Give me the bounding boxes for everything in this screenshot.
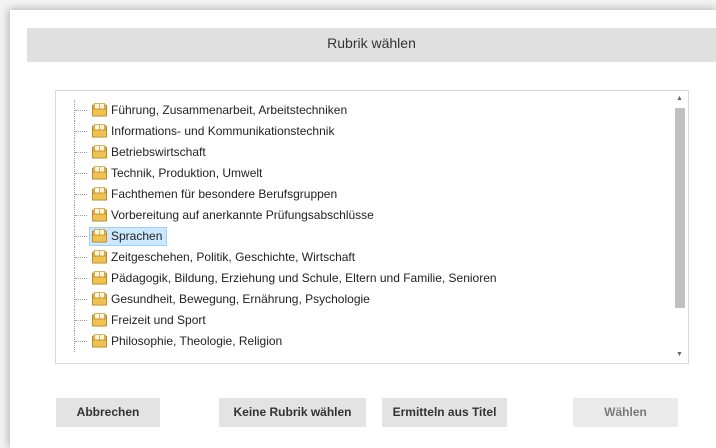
tree-item[interactable]: Freizeit und Sport: [56, 310, 656, 331]
vertical-scrollbar[interactable]: ▲ ▼: [671, 91, 688, 363]
folder-book-icon: [92, 271, 107, 285]
determine-from-title-button[interactable]: Ermitteln aus Titel: [382, 398, 507, 427]
tree-branch-line: [75, 257, 87, 258]
tree-item-label: Technik, Produktion, Umwelt: [111, 166, 263, 180]
folder-book-icon: [92, 292, 107, 306]
cancel-button[interactable]: Abbrechen: [56, 398, 160, 427]
folder-book-icon: [92, 166, 107, 180]
tree-item-label: Führung, Zusammenarbeit, Arbeitstechnike…: [111, 103, 348, 117]
tree-item[interactable]: Zeitgeschehen, Politik, Geschichte, Wirt…: [56, 247, 656, 268]
tree-item-label: Sprachen: [111, 229, 163, 243]
tree-item[interactable]: Vorbereitung auf anerkannte Prüfungsabsc…: [56, 205, 656, 226]
tree-item[interactable]: Führung, Zusammenarbeit, Arbeitstechnike…: [56, 100, 656, 121]
tree-branch-line: [75, 173, 87, 174]
tree-item-label: Philosophie, Theologie, Religion: [111, 334, 283, 348]
tree-item-label: Freizeit und Sport: [111, 313, 206, 327]
tree-branch-line: [75, 320, 87, 321]
tree-branch-line: [75, 152, 87, 153]
tree-item-label: Fachthemen für besondere Berufsgruppen: [111, 187, 338, 201]
tree-branch-line: [75, 194, 87, 195]
tree-branch-line: [75, 236, 87, 237]
folder-book-icon: [92, 145, 107, 159]
tree-item[interactable]: Pädagogik, Bildung, Erziehung und Schule…: [56, 268, 656, 289]
tree-item-label: Zeitgeschehen, Politik, Geschichte, Wirt…: [111, 250, 356, 264]
tree-item-label: Vorbereitung auf anerkannte Prüfungsabsc…: [111, 208, 374, 222]
tree-item[interactable]: Philosophie, Theologie, Religion: [56, 331, 656, 352]
tree-item-selected[interactable]: Sprachen: [56, 226, 656, 247]
no-category-button[interactable]: Keine Rubrik wählen: [219, 398, 366, 427]
folder-book-icon: [92, 103, 107, 117]
tree-item-label: Pädagogik, Bildung, Erziehung und Schule…: [111, 271, 497, 285]
tree-item-label: Gesundheit, Bewegung, Ernährung, Psychol…: [111, 292, 370, 306]
tree-branch-line: [75, 131, 87, 132]
tree-item-label: Informations- und Kommunikationstechnik: [111, 124, 335, 138]
tree-item[interactable]: Gesundheit, Bewegung, Ernährung, Psychol…: [56, 289, 656, 310]
folder-book-icon: [92, 124, 107, 138]
tree-list: Führung, Zusammenarbeit, Arbeitstechnike…: [56, 91, 671, 363]
tree-branch-line: [75, 341, 87, 342]
tree-item[interactable]: Fachthemen für besondere Berufsgruppen: [56, 184, 656, 205]
category-dialog: Rubrik wählen Führung, Zusammenarbeit, A…: [10, 10, 716, 448]
tree-branch-line: [75, 215, 87, 216]
tree-item[interactable]: Betriebswirtschaft: [56, 142, 656, 163]
folder-book-icon: [92, 313, 107, 327]
tree-branch-line: [75, 110, 87, 111]
tree-branch-line: [75, 278, 87, 279]
folder-book-icon: [92, 208, 107, 222]
scroll-up-arrow-icon[interactable]: ▲: [671, 91, 688, 107]
tree-item[interactable]: Technik, Produktion, Umwelt: [56, 163, 656, 184]
tree-item[interactable]: Informations- und Kommunikationstechnik: [56, 121, 656, 142]
tree-branch-line: [75, 299, 87, 300]
dialog-title: Rubrik wählen: [27, 28, 716, 62]
folder-book-icon: [92, 250, 107, 264]
tree-item-label: Betriebswirtschaft: [111, 145, 206, 159]
folder-book-icon: [92, 187, 107, 201]
folder-book-icon: [92, 334, 107, 348]
scroll-down-arrow-icon[interactable]: ▼: [671, 347, 688, 363]
category-tree[interactable]: Führung, Zusammenarbeit, Arbeitstechnike…: [55, 90, 689, 364]
choose-button[interactable]: Wählen: [573, 398, 678, 427]
scroll-thumb[interactable]: [675, 108, 685, 308]
folder-book-icon: [92, 229, 107, 243]
